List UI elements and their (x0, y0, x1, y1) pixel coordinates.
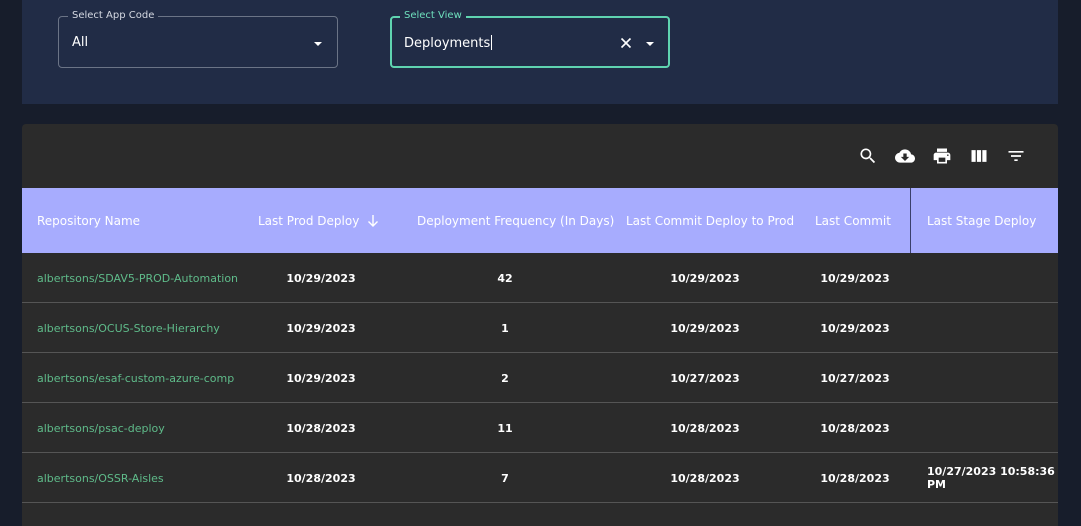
cloud-download-icon[interactable] (893, 144, 917, 168)
last-commit-cell: 10/27/2023 (820, 371, 890, 385)
repo-link[interactable]: albertsons/esaf-custom-azure-comp (37, 353, 234, 403)
app-code-select[interactable]: Select App Code All (58, 9, 338, 68)
last-prod-deploy-cell: 10/29/2023 (286, 321, 356, 335)
search-icon[interactable] (856, 144, 880, 168)
column-header-label: Last Prod Deploy (258, 213, 360, 228)
print-icon[interactable] (930, 144, 954, 168)
frequency-cell: 42 (497, 271, 513, 285)
last-commit-cell: 10/29/2023 (820, 271, 890, 285)
text-caret (491, 35, 493, 50)
commit-deploy-cell: 10/27/2023 (670, 371, 740, 385)
column-header-deployment-frequency[interactable]: Deployment Frequency (In Days) (417, 188, 614, 253)
frequency-cell: 11 (497, 421, 513, 435)
commit-deploy-cell: 10/29/2023 (670, 321, 740, 335)
filter-panel: Select App Code All Select View Deployme… (22, 0, 1058, 104)
table-row[interactable]: albertsons/esaf-custom-azure-comp 10/29/… (22, 353, 1058, 403)
view-columns-icon[interactable] (967, 144, 991, 168)
last-prod-deploy-cell: 10/29/2023 (286, 371, 356, 385)
column-header-last-commit[interactable]: Last Commit (815, 188, 891, 253)
table-row[interactable]: albertsons/OSSR-Aisles 10/28/2023 7 10/2… (22, 453, 1058, 503)
commit-deploy-cell: 10/29/2023 (670, 271, 740, 285)
chevron-down-icon[interactable] (311, 37, 325, 51)
table-toolbar (856, 144, 1028, 168)
commit-deploy-cell: 10/28/2023 (670, 471, 740, 485)
column-header-label: Deployment Frequency (In Days) (417, 213, 615, 228)
column-header-label: Last Commit Deploy to Prod (626, 213, 795, 228)
column-header-last-prod-deploy[interactable]: Last Prod Deploy (258, 188, 380, 253)
last-commit-cell: 10/28/2023 (820, 471, 890, 485)
column-header-label: Last Stage Deploy (927, 213, 1037, 228)
deployments-table: Repository Name Last Prod Deploy Deploym… (22, 124, 1058, 526)
last-prod-deploy-cell: 10/29/2023 (286, 271, 356, 285)
column-header-last-commit-deploy[interactable]: Last Commit Deploy to Prod (626, 188, 794, 253)
last-stage-deploy-cell: 10/27/2023 10:58:36 PM (927, 465, 1055, 491)
last-prod-deploy-cell: 10/28/2023 (286, 471, 356, 485)
table-row[interactable]: albertsons/SDAV5-PROD-Automation 10/29/2… (22, 253, 1058, 303)
last-commit-cell: 10/29/2023 (820, 321, 890, 335)
arrow-down-icon[interactable] (366, 214, 380, 228)
repo-link[interactable]: albertsons/OSSR-Aisles (37, 453, 164, 503)
table-row[interactable]: albertsons/OCUS-Store-Hierarchy 10/29/20… (22, 303, 1058, 353)
view-label: Select View (400, 9, 466, 23)
table-body: albertsons/SDAV5-PROD-Automation 10/29/2… (22, 253, 1058, 503)
column-header-last-stage-deploy[interactable]: Last Stage Deploy (927, 188, 1036, 253)
frequency-cell: 7 (501, 471, 509, 485)
last-prod-deploy-cell: 10/28/2023 (286, 421, 356, 435)
table-row[interactable]: albertsons/psac-deploy 10/28/2023 11 10/… (22, 403, 1058, 453)
filter-list-icon[interactable] (1004, 144, 1028, 168)
last-commit-cell: 10/28/2023 (820, 421, 890, 435)
app-code-label: Select App Code (68, 9, 159, 23)
view-input[interactable]: Deployments (404, 35, 493, 52)
column-header-label: Last Commit (815, 213, 891, 228)
clear-icon[interactable] (618, 35, 634, 51)
frequency-cell: 1 (501, 321, 509, 335)
repo-link[interactable]: albertsons/SDAV5-PROD-Automation (37, 253, 238, 303)
app-code-value: All (72, 35, 89, 50)
commit-deploy-cell: 10/28/2023 (670, 421, 740, 435)
table-header: Repository Name Last Prod Deploy Deploym… (22, 188, 1058, 253)
repo-link[interactable]: albertsons/OCUS-Store-Hierarchy (37, 303, 220, 353)
chevron-down-icon[interactable] (643, 37, 657, 51)
frequency-cell: 2 (501, 371, 509, 385)
column-divider[interactable] (910, 188, 911, 253)
view-select[interactable]: Select View Deployments (390, 9, 670, 68)
view-value: Deployments (404, 36, 491, 51)
repo-link[interactable]: albertsons/psac-deploy (37, 403, 165, 453)
column-header-repository[interactable]: Repository Name (37, 188, 140, 253)
column-header-label: Repository Name (37, 213, 141, 228)
